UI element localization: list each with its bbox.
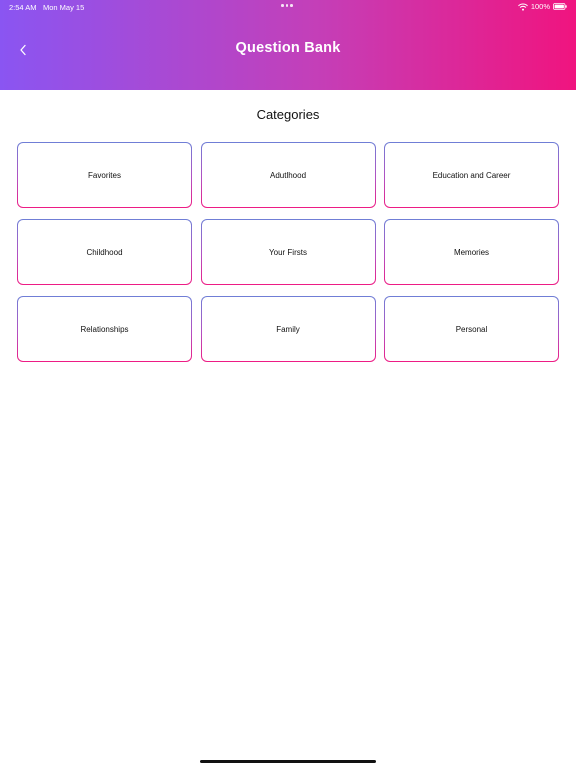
- battery-icon: [553, 3, 567, 10]
- page-title: Question Bank: [235, 40, 341, 56]
- category-label: Adutlhood: [269, 170, 307, 180]
- status-indicators: 100%: [517, 2, 567, 11]
- category-grid: Favorites Adutlhood Education and Career…: [17, 142, 559, 362]
- wifi-icon: [517, 3, 528, 11]
- status-date: Mon May 15: [43, 3, 85, 12]
- category-label: Personal: [455, 324, 488, 334]
- category-label: Education and Career: [432, 170, 511, 180]
- status-time: 2:54 AM: [9, 3, 37, 12]
- battery-percent: 100%: [530, 2, 550, 11]
- category-card-childhood[interactable]: Childhood: [17, 219, 192, 285]
- category-label: Your Firsts: [269, 247, 307, 257]
- category-card-personal[interactable]: Personal: [384, 296, 559, 362]
- category-card-adulthood[interactable]: Adutlhood: [201, 142, 376, 208]
- categories-heading: Categories: [256, 107, 320, 122]
- header-bar: 2:54 AM Mon May 15 100% Question Bank: [0, 0, 576, 90]
- category-label: Memories: [453, 247, 490, 257]
- category-label: Favorites: [88, 170, 121, 180]
- category-label: Family: [276, 324, 300, 334]
- category-label: Relationships: [80, 324, 129, 334]
- category-card-your-firsts[interactable]: Your Firsts: [201, 219, 376, 285]
- category-card-education-career[interactable]: Education and Career: [384, 142, 559, 208]
- category-card-relationships[interactable]: Relationships: [17, 296, 192, 362]
- home-indicator[interactable]: [200, 760, 376, 763]
- category-card-memories[interactable]: Memories: [384, 219, 559, 285]
- status-bar: 2:54 AM Mon May 15 100%: [0, 0, 576, 14]
- multitasking-dots-icon[interactable]: [281, 4, 293, 7]
- category-card-favorites[interactable]: Favorites: [17, 142, 192, 208]
- category-label: Childhood: [86, 247, 123, 257]
- category-card-family[interactable]: Family: [201, 296, 376, 362]
